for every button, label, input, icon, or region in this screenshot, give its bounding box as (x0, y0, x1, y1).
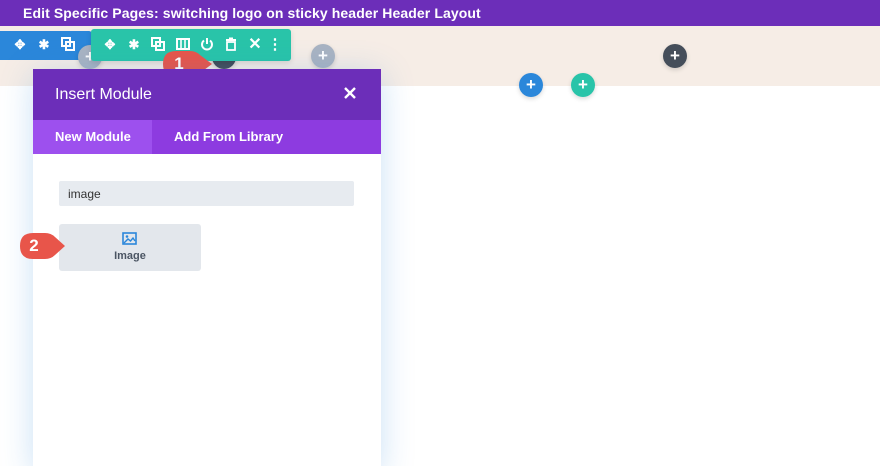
close-icon[interactable] (339, 82, 361, 104)
gear-icon[interactable]: ✱ (126, 37, 142, 53)
modal-header: Insert Module (33, 69, 381, 120)
close-icon[interactable]: ✕ (247, 37, 263, 53)
trash-icon[interactable] (223, 37, 239, 53)
tab-add-from-library[interactable]: Add From Library (174, 120, 283, 154)
add-row-button-right[interactable]: + (663, 44, 687, 68)
add-section-below-button[interactable]: + (519, 73, 543, 97)
gear-icon[interactable]: ✱ (36, 37, 52, 53)
module-search-input[interactable] (59, 181, 354, 206)
module-label: Image (114, 250, 146, 262)
callout-2: 2 (18, 231, 65, 261)
modal-tabs: New Module Add From Library (33, 120, 381, 154)
move-icon[interactable]: ✥ (102, 37, 118, 53)
tab-new-module[interactable]: New Module (33, 120, 152, 154)
page-title: Edit Specific Pages: switching logo on s… (23, 5, 481, 21)
image-icon (122, 232, 137, 245)
module-tile-image[interactable]: Image (59, 224, 201, 271)
builder-title-bar: Edit Specific Pages: switching logo on s… (0, 0, 880, 26)
modal-title: Insert Module (55, 86, 152, 103)
more-vertical-icon[interactable]: ⋮ (267, 37, 283, 53)
duplicate-icon[interactable] (60, 37, 76, 53)
add-row-below-button[interactable]: + (571, 73, 595, 97)
add-section-button[interactable]: + (311, 44, 335, 68)
move-icon[interactable]: ✥ (12, 37, 28, 53)
insert-module-modal: Insert Module New Module Add From Librar… (33, 69, 381, 466)
